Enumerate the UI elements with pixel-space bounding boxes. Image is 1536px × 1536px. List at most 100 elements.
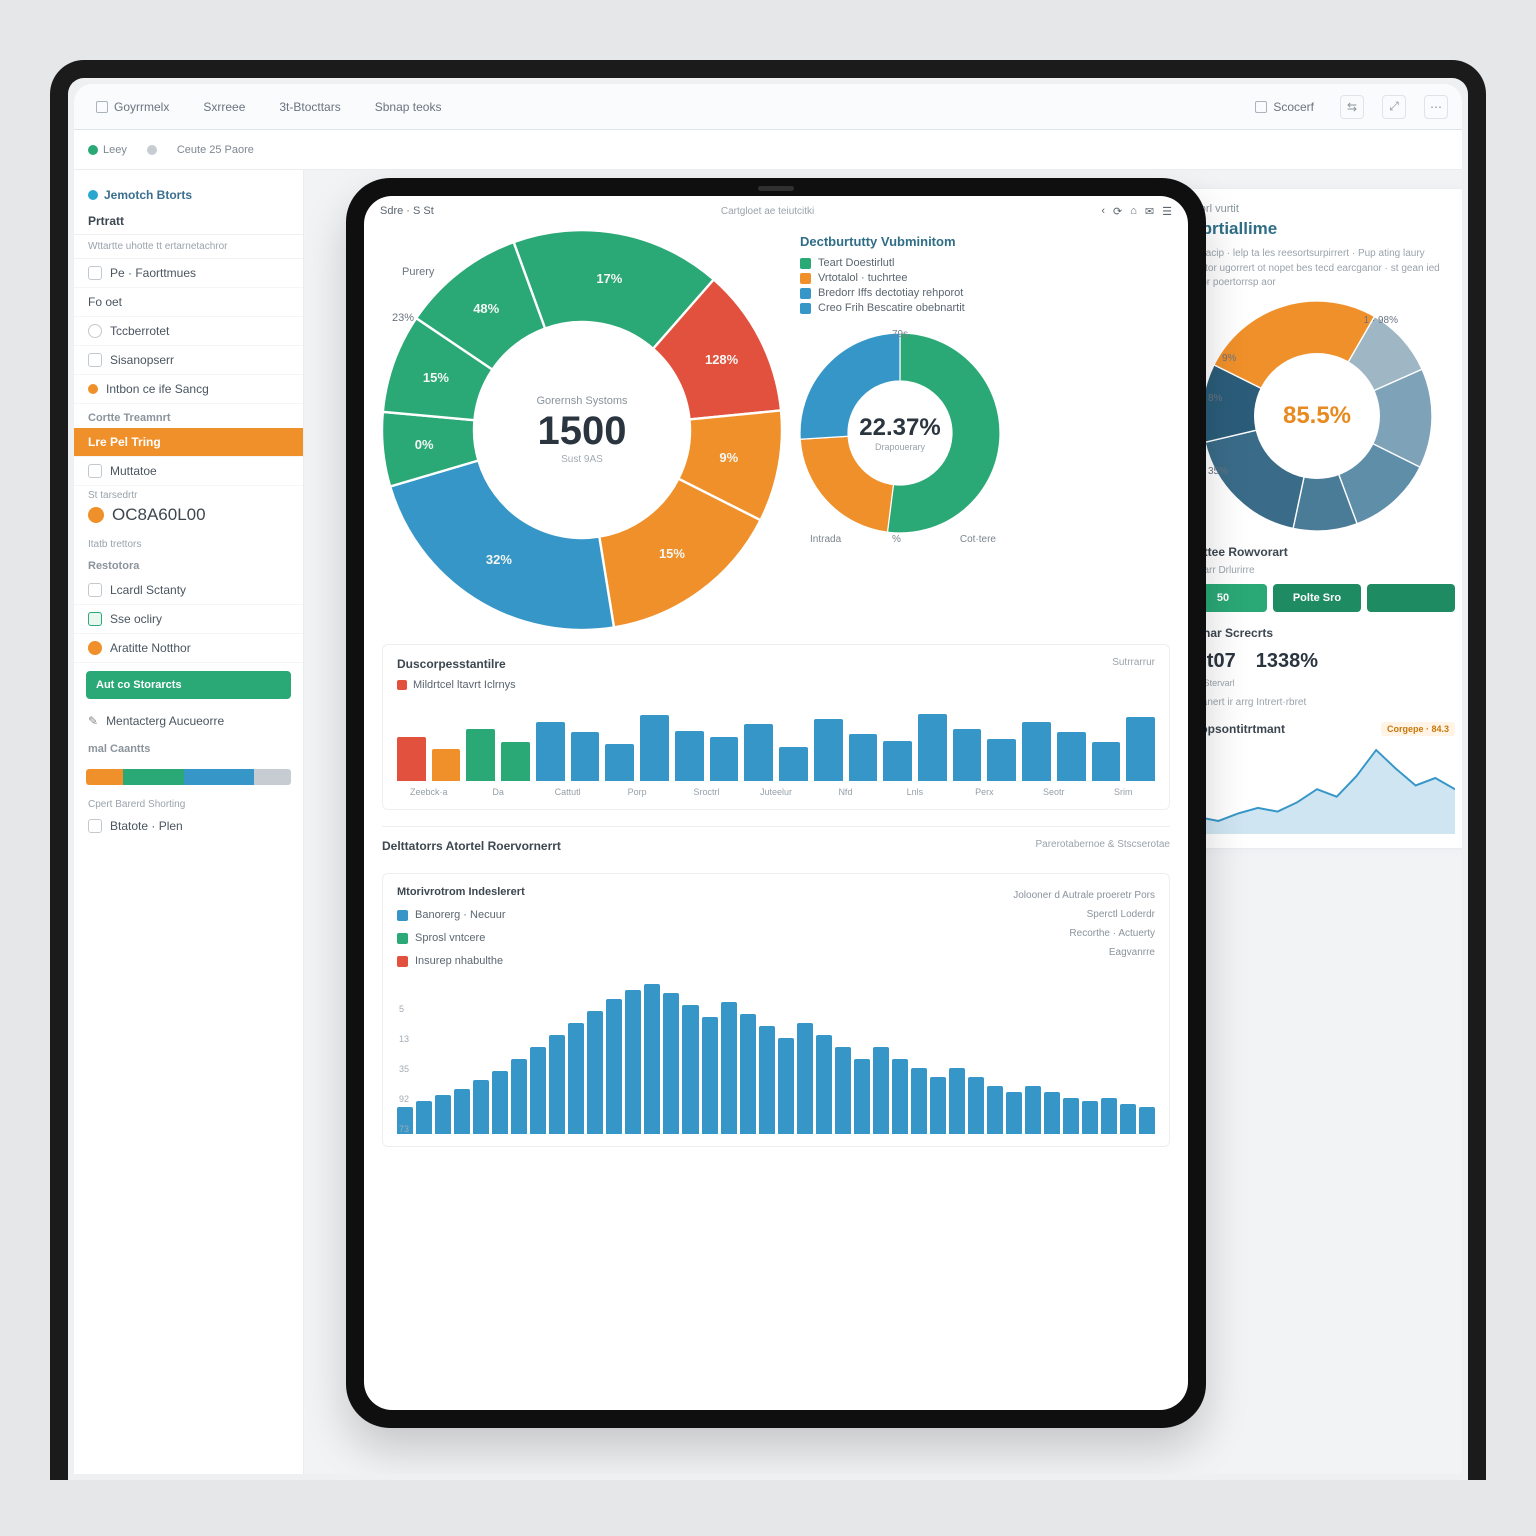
sidebar-link-1[interactable]: Sse ocliry bbox=[74, 605, 303, 634]
info-icon bbox=[88, 190, 98, 200]
right-tab-2[interactable] bbox=[1367, 584, 1455, 612]
legend-swatch-icon bbox=[397, 956, 408, 967]
tablet-screen: Sdre · S St Cartgloet ae teiutcitki ‹ ⟳ … bbox=[364, 196, 1188, 1410]
donut-seg-label: 48% bbox=[473, 301, 499, 316]
legend-swatch-icon bbox=[397, 680, 407, 690]
panel-b: Delttatorrs Atortel Roervornerrt Parerot… bbox=[382, 826, 1170, 1147]
sidebar-active[interactable]: Lre Pel Tring bbox=[74, 428, 303, 457]
sidebar-mini-caption: Cpert Barerd Shorting bbox=[74, 795, 303, 812]
sidebar-item2-0[interactable]: Muttatoe bbox=[74, 457, 303, 486]
nav-menu-icon[interactable]: ☰ bbox=[1162, 205, 1172, 218]
y-tick: 92 bbox=[399, 1094, 409, 1104]
toolbar-right-label[interactable]: Scocerf bbox=[1247, 96, 1322, 118]
right-donut-lbl-0: 1 · 98% bbox=[1364, 315, 1398, 326]
panel-a-bars bbox=[397, 697, 1155, 781]
dot-icon bbox=[88, 384, 98, 394]
square-icon bbox=[88, 266, 102, 280]
sidebar-stat-label2: Itatb trettors bbox=[74, 535, 303, 552]
right-tab-1[interactable]: Polte Sro bbox=[1273, 584, 1361, 612]
warn-icon bbox=[88, 641, 102, 655]
right-donut-value: 85.5% bbox=[1283, 402, 1351, 430]
main-donut-value: 1500 bbox=[538, 409, 627, 454]
legend-swatch-icon bbox=[800, 303, 811, 314]
donut-seg-label: 15% bbox=[659, 546, 685, 561]
x-category: Srim bbox=[1092, 787, 1155, 797]
legend-item: Sprosl vntcere bbox=[397, 932, 935, 944]
sidebar-stat-value: OC8A60L00 bbox=[74, 503, 303, 535]
subbar-item-0[interactable]: Leey bbox=[88, 144, 127, 156]
nav-back-icon[interactable]: ‹ bbox=[1101, 205, 1105, 217]
toolbar-action-3[interactable]: ⋯ bbox=[1424, 95, 1448, 119]
toolbar-action-1[interactable]: ⇆ bbox=[1340, 95, 1364, 119]
small-donut-value: 22.37% bbox=[859, 414, 940, 442]
nav-refresh-icon[interactable]: ⟳ bbox=[1113, 205, 1122, 218]
right-para: Otcebacip · lelp ta les reesortsurpirrer… bbox=[1179, 247, 1455, 291]
right-stat-1: 1338% bbox=[1256, 650, 1318, 691]
coin-icon bbox=[88, 507, 104, 523]
y-tick: 35 bbox=[399, 1064, 409, 1074]
legend-swatch-icon bbox=[800, 288, 811, 299]
panel-b-side-item: Eagvanrre bbox=[935, 943, 1155, 962]
right-donut-lbl-2: 35% bbox=[1208, 466, 1228, 477]
sidebar-headline: Jemotch Btorts bbox=[74, 180, 303, 208]
toolbar-item-1[interactable]: Sxrreee bbox=[195, 96, 253, 118]
main-donut-sub: Sust 9AS bbox=[561, 454, 603, 465]
right-tabs: 50 Polte Sro bbox=[1179, 584, 1455, 612]
legend-swatch-icon bbox=[800, 273, 811, 284]
legend-item: Creo Frih Bescatire obebnartit bbox=[800, 302, 1170, 314]
panel-b-side-item: Sperctl Loderdr bbox=[935, 905, 1155, 924]
sidebar-link-0[interactable]: Lcardl Sctanty bbox=[74, 576, 303, 605]
subbar-item-1[interactable] bbox=[147, 145, 157, 155]
sidebar-cta-button[interactable]: Aut co Storarcts bbox=[86, 671, 291, 699]
sidebar-entry-2[interactable]: Tccberrotet bbox=[74, 317, 303, 346]
x-category: Seotr bbox=[1022, 787, 1085, 797]
sidebar-entry-1[interactable]: Fo oet bbox=[74, 288, 303, 317]
panel-b-sidelist: Jolooner d Autrale proeretr PorsSperctl … bbox=[935, 886, 1155, 978]
right-sec1: Elsattee Rowvorart bbox=[1179, 545, 1455, 559]
legend-title: Dectburtutty Vubminitom bbox=[800, 234, 1170, 249]
circle-icon bbox=[88, 324, 102, 338]
toolbar-item-0[interactable]: Goyrrmelx bbox=[88, 96, 177, 118]
donut-outer-label-0: Purery bbox=[402, 266, 434, 278]
nav-home-icon[interactable]: ⌂ bbox=[1130, 205, 1137, 217]
subbar-item-2[interactable]: Ceute 25 Paore bbox=[177, 144, 254, 156]
nav-mail-icon[interactable]: ✉ bbox=[1145, 205, 1154, 218]
main-donut-chart: Gorernsh Systoms 1500 Sust 9AS Purery 23… bbox=[382, 230, 782, 630]
x-category: Porp bbox=[605, 787, 668, 797]
x-category: Nfd bbox=[814, 787, 877, 797]
x-category: Sroctrl bbox=[675, 787, 738, 797]
small-donut-chart: 22.37% Drapouerary 79s Intrada % Cot·ter… bbox=[800, 333, 1000, 533]
legend-box: Dectburtutty Vubminitom Teart Doestirlut… bbox=[800, 230, 1170, 329]
sidebar-sec2: Restotora bbox=[74, 552, 303, 576]
sidebar-link-2[interactable]: Aratitte Notthor bbox=[74, 634, 303, 663]
sidebar-footer[interactable]: Btatote · Plen bbox=[74, 812, 303, 840]
sidebar-entry-0[interactable]: Pe · Faorttmues bbox=[74, 259, 303, 288]
status-center: Cartgloet ae teiutcitki bbox=[721, 206, 814, 217]
right-sec3: Essopsontitrtmant Corgepe · 84.3 bbox=[1179, 722, 1455, 736]
donut-seg-label: 0% bbox=[415, 437, 434, 452]
toolbar-action-2[interactable]: ⤢ bbox=[1382, 95, 1406, 119]
sidebar-entry-3[interactable]: Sisanopserr bbox=[74, 346, 303, 375]
sidebar-caption: Wttartte uhotte tt ertarnetachror bbox=[74, 235, 303, 259]
right-badge: Corgepe · 84.3 bbox=[1381, 722, 1455, 736]
toolbar-item-3[interactable]: Sbnap teoks bbox=[367, 96, 450, 118]
sidebar: Jemotch Btorts Prtratt Wttartte uhotte t… bbox=[74, 170, 304, 1474]
tablet-device: Sdre · S St Cartgloet ae teiutcitki ‹ ⟳ … bbox=[346, 178, 1206, 1428]
legend-swatch-icon bbox=[800, 258, 811, 269]
right-title: Coprtiallime bbox=[1179, 219, 1455, 239]
toolbar-item-2[interactable]: 3t-Btocttars bbox=[271, 96, 348, 118]
right-donut-lbl-3: 9% bbox=[1222, 353, 1236, 364]
sidebar-tail[interactable]: ✎Mentacterg Aucueorre bbox=[74, 707, 303, 735]
sidebar-group: Cortte Treamnrt bbox=[74, 404, 303, 428]
donut-seg-label: 32% bbox=[486, 552, 512, 567]
sidebar-entry-4[interactable]: Intbon ce ife Sancg bbox=[74, 375, 303, 404]
right-panel: Gooprl vurtit Coprtiallime Otcebacip · l… bbox=[1162, 188, 1462, 849]
right-sec2: Duirhar Screcrts bbox=[1179, 626, 1455, 640]
main-donut-caption: Gorernsh Systoms bbox=[536, 395, 627, 407]
status-dot-icon bbox=[88, 145, 98, 155]
x-category: Juteelur bbox=[744, 787, 807, 797]
panel-b-subtitle: Parerotabernoe & Stscserotae bbox=[1035, 839, 1170, 863]
donut-outer-label-1: 23% bbox=[392, 312, 414, 324]
gear-icon bbox=[1255, 101, 1267, 113]
panel-b-bars bbox=[397, 984, 1155, 1134]
